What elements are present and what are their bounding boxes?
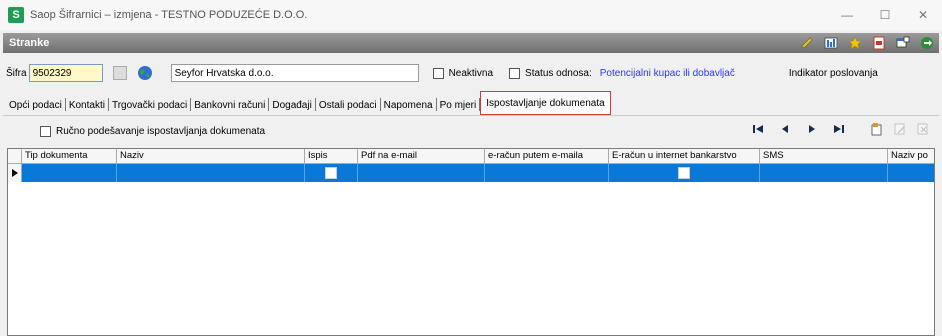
globe-icon[interactable] <box>137 65 153 81</box>
window-controls: — ☐ ✕ <box>828 0 942 30</box>
next-record-icon[interactable] <box>806 123 818 138</box>
new-record-icon[interactable] <box>870 122 884 139</box>
first-record-icon[interactable] <box>752 123 764 138</box>
tab-bankovni-racuni[interactable]: Bankovni računi <box>191 96 268 115</box>
edit-record-icon[interactable] <box>893 122 907 139</box>
columns-icon[interactable] <box>823 35 839 51</box>
table-cell[interactable] <box>305 164 358 182</box>
window-icon[interactable] <box>895 35 911 51</box>
tab-kontakti[interactable]: Kontakti <box>66 96 108 115</box>
manual-checkbox[interactable] <box>40 125 51 137</box>
indikator-label: Indikator poslovanja <box>788 67 878 79</box>
column-header[interactable]: e-račun putem e-maila <box>485 149 609 164</box>
edit-icon[interactable] <box>799 35 815 51</box>
partner-header-row: Šifra Neaktivna Status odnosa: Potencija… <box>6 62 936 84</box>
table-cell[interactable] <box>760 164 888 182</box>
tab-ispostavljanje-dokumenata[interactable]: Ispostavljanje dokumenata <box>480 91 611 115</box>
documents-grid: Tip dokumenta Naziv Ispis Pdf na e-mail … <box>7 148 935 336</box>
table-cell[interactable] <box>609 164 760 182</box>
table-cell[interactable] <box>485 164 609 182</box>
last-record-icon[interactable] <box>833 123 845 138</box>
column-header[interactable]: Naziv <box>117 149 305 164</box>
table-cell[interactable] <box>888 164 934 182</box>
lookup-button[interactable] <box>112 66 127 80</box>
column-header[interactable]: Ispis <box>305 149 358 164</box>
tab-po-mjeri[interactable]: Po mjeri <box>437 96 480 115</box>
record-navigation <box>752 121 845 139</box>
column-header[interactable]: Naziv po <box>888 149 934 164</box>
manual-option[interactable]: Ručno podešavanje ispostavljanja dokumen… <box>40 123 265 139</box>
column-header[interactable]: E-račun u internet bankarstvo <box>609 149 760 164</box>
tab-napomena[interactable]: Napomena <box>381 96 436 115</box>
table-cell[interactable] <box>358 164 485 182</box>
sifra-label: Šifra <box>6 67 27 79</box>
tab-trgovacki-podaci[interactable]: Trgovački podaci <box>109 96 190 115</box>
status-odnosa-label: Status odnosa: <box>525 67 592 79</box>
table-cell[interactable] <box>117 164 305 182</box>
status-odnosa-checkbox[interactable] <box>509 67 521 79</box>
table-cell[interactable] <box>22 164 117 182</box>
tab-ostali-podaci[interactable]: Ostali podaci <box>316 96 380 115</box>
panel-header: Stranke <box>3 33 939 53</box>
manual-label: Ručno podešavanje ispostavljanja dokumen… <box>56 125 266 137</box>
title-bar: S Saop Šifrarnici – izmjena - TESTNO POD… <box>0 0 942 30</box>
column-header[interactable]: Pdf na e-mail <box>358 149 485 164</box>
row-indicator-icon <box>8 164 22 182</box>
panel-title: Stranke <box>9 37 50 49</box>
star-icon[interactable] <box>847 35 863 51</box>
tab-opci-podaci[interactable]: Opći podaci <box>6 96 65 115</box>
internet-bankarstvo-checkbox[interactable] <box>678 167 690 179</box>
column-header[interactable]: Tip dokumenta <box>22 149 117 164</box>
table-row[interactable] <box>8 164 934 182</box>
neaktivna-label: Neaktivna <box>448 67 494 79</box>
grid-header: Tip dokumenta Naziv Ispis Pdf na e-mail … <box>8 149 934 164</box>
minimize-button[interactable]: — <box>828 0 866 30</box>
ispis-checkbox[interactable] <box>325 167 337 179</box>
tab-dogadaji[interactable]: Događaji <box>269 96 314 115</box>
prev-record-icon[interactable] <box>779 123 791 138</box>
panel-toolbar <box>799 35 935 51</box>
app-logo-icon: S <box>8 7 24 23</box>
close-button[interactable]: ✕ <box>904 0 942 30</box>
status-odnosa-option[interactable]: Status odnosa: <box>509 67 592 79</box>
record-tools <box>870 121 930 139</box>
tab-strip: Opći podaci Kontakti Trgovački podaci Ba… <box>6 91 611 115</box>
delete-record-icon[interactable] <box>916 122 930 139</box>
maximize-button[interactable]: ☐ <box>866 0 904 30</box>
window-title: Saop Šifrarnici – izmjena - TESTNO PODUZ… <box>30 9 308 21</box>
sifra-input[interactable] <box>28 64 103 82</box>
pdf-icon[interactable] <box>871 35 887 51</box>
status-odnosa-value[interactable]: Potencijalni kupac ili dobavljač <box>600 68 735 79</box>
neaktivna-checkbox[interactable] <box>432 67 444 79</box>
column-header[interactable]: SMS <box>760 149 888 164</box>
neaktivna-option[interactable]: Neaktivna <box>432 67 494 79</box>
exit-icon[interactable] <box>919 35 935 51</box>
naziv-input[interactable] <box>170 64 419 82</box>
